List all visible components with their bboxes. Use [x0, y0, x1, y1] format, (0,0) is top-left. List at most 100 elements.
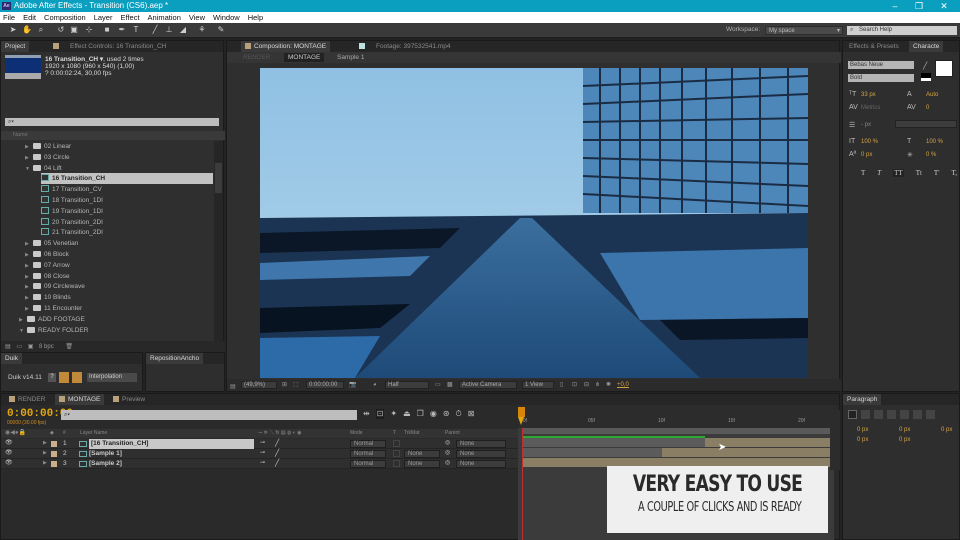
- time-ruler[interactable]: 00f 05f 10f 15f 20f: [518, 405, 834, 428]
- indent-first-value[interactable]: 0 px: [941, 427, 952, 433]
- auto-keyframe-icon[interactable]: ⏱: [456, 409, 462, 419]
- work-area-start-handle[interactable]: [518, 407, 525, 417]
- project-folder-item[interactable]: ▶ 07 Arrow: [25, 260, 213, 271]
- pickwhip-icon[interactable]: ◎: [445, 449, 450, 459]
- graph-editor-icon[interactable]: ⊠: [468, 409, 475, 419]
- scroll-thumb[interactable]: [215, 163, 222, 193]
- tab-footage[interactable]: Footage: 397532541.mp4: [355, 41, 454, 52]
- mode-column[interactable]: Mode: [350, 429, 363, 438]
- project-comp-item[interactable]: 18 Transition_1DI: [41, 195, 213, 206]
- restore-button[interactable]: ❐: [907, 0, 931, 12]
- quality-switch-icon[interactable]: ╱: [275, 459, 279, 469]
- label-color-swatch[interactable]: [51, 461, 57, 467]
- project-comp-item[interactable]: 17 Transition_CV: [41, 184, 213, 195]
- minimize-button[interactable]: –: [883, 0, 907, 12]
- space-before-value[interactable]: 0 px: [857, 437, 868, 443]
- menu-effect[interactable]: Effect: [120, 12, 139, 23]
- label-color-swatch[interactable]: [51, 451, 57, 457]
- project-comp-item[interactable]: 21 Transition_2DI: [41, 227, 213, 238]
- fast-preview-icon[interactable]: ▭: [435, 379, 441, 391]
- camera-tool-icon[interactable]: ▣: [69, 25, 79, 35]
- shy-switch-icon[interactable]: ⊸: [260, 439, 265, 449]
- shy-switch-icon[interactable]: ⊸: [260, 449, 265, 459]
- quality-switch-icon[interactable]: ╱: [275, 439, 279, 449]
- close-button[interactable]: ✕: [932, 0, 956, 12]
- trash-icon[interactable]: 🗑: [65, 344, 73, 350]
- new-folder-icon[interactable]: ▭: [16, 344, 22, 350]
- view-layout-select[interactable]: 1 View: [522, 381, 554, 389]
- project-folder-item[interactable]: ▶ 09 Circlewave: [25, 281, 213, 292]
- hide-shy-icon[interactable]: ⏏: [403, 409, 411, 419]
- justify-left-button[interactable]: [887, 410, 896, 419]
- zoom-tool-icon[interactable]: ⌕: [36, 25, 46, 35]
- mode-select[interactable]: Normal: [350, 440, 386, 448]
- justify-all-button[interactable]: [926, 410, 935, 419]
- stroke-color-swatch[interactable]: [921, 73, 931, 81]
- faux-italic-button[interactable]: T: [877, 169, 881, 177]
- menu-animation[interactable]: Animation: [148, 12, 181, 23]
- always-preview-icon[interactable]: ▤: [230, 381, 236, 393]
- menu-window[interactable]: Window: [213, 12, 240, 23]
- tab-preview[interactable]: Preview: [109, 394, 149, 405]
- search-help-input[interactable]: ⌕ Search Help: [847, 26, 957, 35]
- mask-tool-icon[interactable]: ■: [102, 25, 112, 35]
- vertical-scale-value[interactable]: 100 %: [861, 139, 878, 145]
- selection-tool-icon[interactable]: ➤: [8, 25, 18, 35]
- justify-center-button[interactable]: [900, 410, 909, 419]
- tab-render[interactable]: RENDER: [5, 394, 49, 405]
- item-name[interactable]: 16 Transition_CH ▾: [45, 56, 103, 63]
- project-comp-item[interactable]: 16 Transition_CH: [41, 173, 213, 185]
- hand-tool-icon[interactable]: ✋: [22, 25, 32, 35]
- project-folder-item[interactable]: ▶ ADD FOOTAGE: [19, 314, 213, 325]
- quality-switch-icon[interactable]: ╱: [275, 449, 279, 459]
- shy-switch-icon[interactable]: ⊸: [260, 459, 265, 469]
- stroke-width-value[interactable]: - px: [861, 122, 871, 128]
- layer-name[interactable]: [16 Transition_CH]: [89, 439, 254, 449]
- indent-right-value[interactable]: 0 px: [899, 427, 910, 433]
- preserve-transparency-checkbox[interactable]: [393, 440, 400, 447]
- interpret-footage-icon[interactable]: ▤: [5, 344, 11, 350]
- trkmat-select[interactable]: None: [404, 460, 440, 468]
- faux-bold-button[interactable]: T: [861, 169, 865, 177]
- clone-stamp-tool-icon[interactable]: ⊥: [164, 25, 174, 35]
- transparency-grid-icon[interactable]: ▩: [447, 379, 453, 391]
- tab-montage[interactable]: MONTAGE: [55, 394, 105, 405]
- justify-right-button[interactable]: [913, 410, 922, 419]
- mode-select[interactable]: Normal: [350, 450, 386, 458]
- eyedropper-icon[interactable]: ╱: [923, 62, 927, 70]
- layer-row[interactable]: 👁 ▶ 1 [16 Transition_CH] ⊸ ╱ Normal ◎ None: [1, 439, 519, 449]
- space-after-value[interactable]: 0 px: [899, 437, 910, 443]
- small-caps-button[interactable]: Tt: [916, 169, 922, 177]
- timeline-search-input[interactable]: ⌕▾: [61, 410, 357, 420]
- tab-composition-montage[interactable]: Composition: MONTAGE: [241, 41, 331, 52]
- type-tool-icon[interactable]: T: [131, 25, 141, 35]
- roto-brush-tool-icon[interactable]: ⚘: [197, 25, 207, 35]
- visibility-eye-icon[interactable]: 👁: [5, 459, 13, 469]
- tab-project[interactable]: Project: [1, 41, 30, 52]
- tsume-value[interactable]: 0 %: [926, 152, 936, 158]
- parent-select[interactable]: None: [456, 450, 506, 458]
- visibility-eye-icon[interactable]: 👁: [5, 439, 13, 449]
- tab-effects-presets[interactable]: Effects & Presets: [845, 41, 903, 52]
- tab-reposition-anchor[interactable]: RepositionAncho: [146, 353, 204, 364]
- pan-behind-tool-icon[interactable]: ⊹: [84, 25, 94, 35]
- expand-down-icon[interactable]: ▼: [25, 164, 33, 175]
- mode-select[interactable]: Normal: [350, 460, 386, 468]
- layer-name-column[interactable]: Layer Name: [80, 429, 107, 438]
- pickwhip-icon[interactable]: ◎: [445, 459, 450, 469]
- superscript-button[interactable]: T': [934, 169, 940, 177]
- tab-duik[interactable]: Duik: [1, 353, 23, 364]
- camera-select[interactable]: Active Camera: [459, 381, 517, 389]
- t-column[interactable]: T: [393, 429, 396, 438]
- visibility-eye-icon[interactable]: 👁: [5, 449, 13, 459]
- font-family-select[interactable]: Bebas Neue: [848, 61, 914, 69]
- workspace-select[interactable]: My space ▾: [765, 26, 843, 35]
- parent-select[interactable]: None: [456, 460, 506, 468]
- color-channel-icon[interactable]: ◕: [373, 379, 377, 391]
- project-folder-item[interactable]: ▶ 08 Close: [25, 271, 213, 282]
- twirl-arrow-icon[interactable]: ▶: [43, 439, 47, 449]
- toggle-pixel-aspect-icon[interactable]: ▯: [560, 379, 563, 391]
- project-scrollbar[interactable]: [214, 141, 223, 341]
- project-folder-item[interactable]: ▶ 02 Linear: [25, 141, 213, 152]
- layer-name[interactable]: [Sample 1]: [89, 449, 122, 459]
